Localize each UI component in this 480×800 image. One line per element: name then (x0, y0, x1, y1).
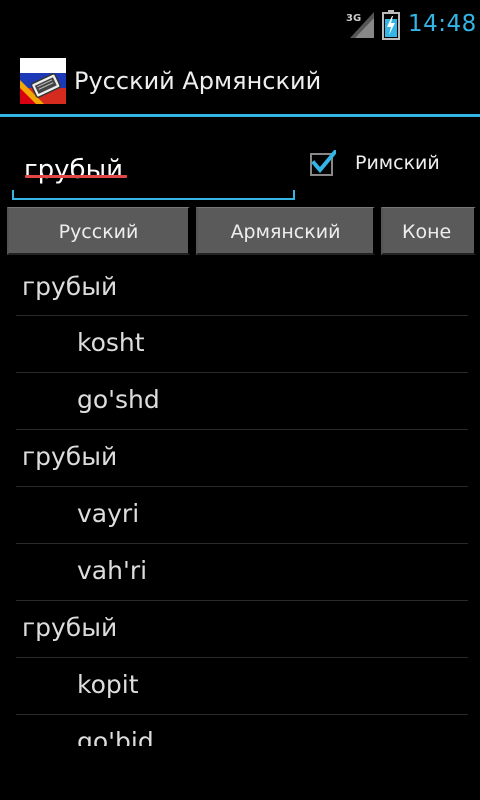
list-item-text: vayri (77, 499, 140, 528)
signal-icon (350, 12, 374, 38)
russian-button[interactable]: Русский (7, 207, 190, 255)
list-item-text: kopit (77, 670, 139, 699)
battery-charging-icon (382, 10, 400, 40)
list-item[interactable]: vah'ri (16, 544, 468, 601)
list-item[interactable]: грубый (16, 260, 468, 316)
list-item-text: грубый (22, 613, 118, 642)
list-item[interactable]: go'bid (16, 715, 468, 746)
action-bar: Русский Армянский (0, 50, 480, 114)
list-item-text: грубый (22, 442, 118, 471)
spellcheck-underline (25, 175, 127, 178)
list-item[interactable]: грубый (16, 430, 468, 487)
status-bar: 3G 14:48 (0, 0, 480, 50)
list-item[interactable]: go'shd (16, 373, 468, 430)
list-item[interactable]: vayri (16, 487, 468, 544)
roman-checkbox[interactable] (310, 150, 336, 176)
list-item[interactable]: kopit (16, 658, 468, 715)
armenian-button[interactable]: Армянский (196, 207, 375, 255)
list-item-text: грубый (22, 272, 118, 301)
list-item-text: go'shd (77, 385, 160, 414)
roman-checkbox-label[interactable]: Римский (355, 152, 440, 174)
results-list[interactable]: грубый kosht go'shd грубый vayri vah'ri … (16, 260, 468, 746)
russia-armenia-flag-icon[interactable] (20, 58, 66, 104)
search-input-underline (12, 198, 295, 200)
list-item[interactable]: kosht (16, 316, 468, 373)
search-underline-right-tick (293, 190, 295, 200)
action-bar-divider (0, 114, 480, 117)
list-item[interactable]: грубый (16, 601, 468, 658)
list-item-text: vah'ri (77, 556, 148, 585)
search-underline-left-tick (12, 190, 14, 200)
app-title: Русский Армянский (74, 67, 322, 95)
list-item-text: kosht (77, 328, 145, 357)
search-input[interactable] (14, 140, 296, 200)
list-item-text: go'bid (77, 727, 154, 746)
end-button[interactable]: Коне (381, 207, 476, 255)
clock: 14:48 (408, 11, 477, 37)
